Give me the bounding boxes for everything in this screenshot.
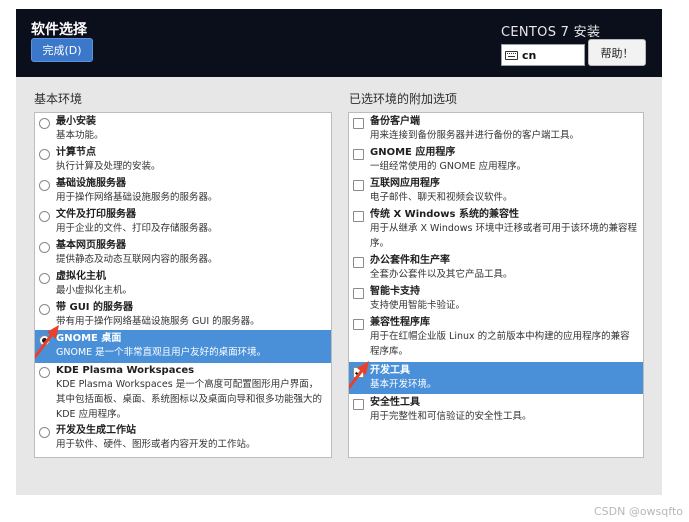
addon-item-name: 互联网应用程序: [370, 178, 440, 189]
addons-title: 已选环境的附加选项: [349, 92, 458, 106]
base-environment-title: 基本环境: [34, 92, 83, 106]
env-item-server-with-gui[interactable]: 带 GUI 的服务器 带有用于操作网络基础设施服务 GUI 的服务器。: [35, 301, 331, 329]
addon-item-desc: 用于完整性和可信验证的安全性工具。: [370, 411, 532, 422]
env-item-desc: 用于软件、硬件、图形或者内容开发的工作站。: [56, 439, 256, 450]
addon-item-name: 兼容性程序库: [370, 317, 430, 328]
env-item-file-print-server[interactable]: 文件及打印服务器 用于企业的文件、打印及存储服务器。: [35, 208, 331, 236]
env-item-desc: 基本功能。: [56, 130, 104, 141]
env-item-desc: 用于操作网络基础设施服务的服务器。: [56, 192, 218, 203]
env-item-desc: KDE Plasma Workspaces 是一个高度可配置图形用户界面，其中包…: [56, 379, 323, 420]
env-item-web-server[interactable]: 基本网页服务器 提供静态及动态互联网内容的服务器。: [35, 239, 331, 267]
addon-item-gnome-apps[interactable]: GNOME 应用程序 一组经常使用的 GNOME 应用程序。: [349, 146, 643, 174]
addon-item-desc: 全套办公套件以及其它产品工具。: [370, 269, 513, 280]
checkbox[interactable]: [353, 149, 364, 160]
keyboard-layout-label: cn: [522, 48, 537, 62]
env-item-virtualization-host[interactable]: 虚拟化主机 最小虚拟化主机。: [35, 270, 331, 298]
addon-item-backup-client[interactable]: 备份客户端 用来连接到备份服务器并进行备份的客户端工具。: [349, 115, 643, 143]
radio-button[interactable]: [39, 273, 50, 284]
addon-item-desc: 用来连接到备份服务器并进行备份的客户端工具。: [370, 130, 580, 141]
env-item-name: 虚拟化主机: [56, 271, 106, 282]
addon-item-desc: 支持使用智能卡验证。: [370, 300, 466, 311]
env-item-kde-plasma[interactable]: KDE Plasma Workspaces KDE Plasma Workspa…: [35, 364, 331, 422]
env-item-desc: GNOME 是一个非常直观且用户友好的桌面环境。: [56, 347, 267, 358]
addons-list[interactable]: 备份客户端 用来连接到备份服务器并进行备份的客户端工具。 GNOME 应用程序 …: [348, 112, 644, 458]
radio-button[interactable]: [39, 180, 50, 191]
page-title: 软件选择: [31, 22, 87, 38]
product-title: CENTOS 7 安装: [501, 25, 601, 40]
content-area: 基本环境 最小安装 基本功能。 计算节点 执行计算及处理的安装。 基础设施服务器…: [16, 77, 662, 495]
env-item-name: KDE Plasma Workspaces: [56, 365, 195, 376]
header-bar: 软件选择 完成(D) CENTOS 7 安装 cn 帮助！: [16, 9, 662, 77]
radio-button[interactable]: [39, 242, 50, 253]
addon-item-smart-card[interactable]: 智能卡支持 支持使用智能卡验证。: [349, 285, 643, 313]
installer-window: 软件选择 完成(D) CENTOS 7 安装 cn 帮助！ 基本环境 最小安装 …: [16, 9, 662, 495]
checkbox[interactable]: [353, 180, 364, 191]
keyboard-icon: [505, 50, 518, 60]
addon-item-name: 安全性工具: [370, 397, 420, 408]
radio-button[interactable]: [39, 211, 50, 222]
env-item-name: 计算节点: [56, 147, 96, 158]
checkbox[interactable]: [353, 399, 364, 410]
done-button[interactable]: 完成(D): [31, 38, 93, 62]
help-button[interactable]: 帮助！: [588, 39, 646, 66]
env-item-name: 文件及打印服务器: [56, 209, 136, 220]
addon-item-compat-libs[interactable]: 兼容性程序库 用于在红帽企业版 Linux 的之前版本中构建的应用程序的兼容程序…: [349, 316, 643, 359]
addon-item-desc: 电子邮件、聊天和视频会议软件。: [370, 192, 513, 203]
radio-button[interactable]: [39, 149, 50, 160]
base-environment-list[interactable]: 最小安装 基本功能。 计算节点 执行计算及处理的安装。 基础设施服务器 用于操作…: [34, 112, 332, 458]
addon-item-dev-tools[interactable]: 开发工具 基本开发环境。: [349, 362, 643, 394]
watermark: CSDN @owsqfto: [593, 505, 683, 518]
addon-item-office-suite[interactable]: 办公套件和生产率 全套办公套件以及其它产品工具。: [349, 254, 643, 282]
env-item-desc: 最小虚拟化主机。: [56, 285, 133, 296]
checkbox[interactable]: [353, 288, 364, 299]
addon-item-desc: 用于从继承 X Windows 环境中迁移或者可用于该环境的兼容程序。: [370, 223, 637, 249]
addon-item-name: 传统 X Windows 系统的兼容性: [370, 209, 519, 220]
env-item-name: 开发及生成工作站: [56, 425, 136, 436]
addon-item-security-tools[interactable]: 安全性工具 用于完整性和可信验证的安全性工具。: [349, 396, 643, 424]
addon-item-desc: 用于在红帽企业版 Linux 的之前版本中构建的应用程序的兼容程序库。: [370, 331, 630, 357]
radio-button[interactable]: [39, 427, 50, 438]
addon-item-desc: 一组经常使用的 GNOME 应用程序。: [370, 161, 527, 172]
addon-item-name: 开发工具: [370, 365, 410, 376]
checkbox[interactable]: [353, 118, 364, 129]
radio-button[interactable]: [39, 304, 50, 315]
env-item-infrastructure-server[interactable]: 基础设施服务器 用于操作网络基础设施服务的服务器。: [35, 177, 331, 205]
env-item-gnome-desktop[interactable]: GNOME 桌面 GNOME 是一个非常直观且用户友好的桌面环境。: [35, 330, 331, 363]
addon-item-name: 办公套件和生产率: [370, 255, 450, 266]
env-item-minimal[interactable]: 最小安装 基本功能。: [35, 115, 331, 143]
env-item-desc: 执行计算及处理的安装。: [56, 161, 161, 172]
env-item-compute-node[interactable]: 计算节点 执行计算及处理的安装。: [35, 146, 331, 174]
env-item-desc: 用于企业的文件、打印及存储服务器。: [56, 223, 218, 234]
checkbox[interactable]: [353, 211, 364, 222]
radio-button[interactable]: [39, 118, 50, 129]
env-item-name: 带 GUI 的服务器: [56, 302, 134, 313]
radio-button[interactable]: [39, 367, 50, 378]
env-item-name: 基本网页服务器: [56, 240, 126, 251]
annotation-arrow-icon: [349, 361, 369, 391]
env-item-name: 基础设施服务器: [56, 178, 126, 189]
checkbox[interactable]: [353, 257, 364, 268]
addon-item-name: GNOME 应用程序: [370, 147, 456, 158]
env-item-desc: 提供静态及动态互联网内容的服务器。: [56, 254, 218, 265]
addon-item-name: 智能卡支持: [370, 286, 420, 297]
keyboard-layout-indicator[interactable]: cn: [501, 44, 585, 66]
checkbox[interactable]: [353, 319, 364, 330]
env-item-name: GNOME 桌面: [56, 333, 122, 344]
annotation-arrow-icon: [35, 325, 59, 359]
addon-item-legacy-x[interactable]: 传统 X Windows 系统的兼容性 用于从继承 X Windows 环境中迁…: [349, 208, 643, 251]
addon-item-name: 备份客户端: [370, 116, 420, 127]
env-item-name: 最小安装: [56, 116, 96, 127]
addon-item-desc: 基本开发环境。: [370, 379, 437, 390]
env-item-dev-workstation[interactable]: 开发及生成工作站 用于软件、硬件、图形或者内容开发的工作站。: [35, 424, 331, 452]
env-item-desc: 带有用于操作网络基础设施服务 GUI 的服务器。: [56, 316, 260, 327]
addon-item-internet-apps[interactable]: 互联网应用程序 电子邮件、聊天和视频会议软件。: [349, 177, 643, 205]
